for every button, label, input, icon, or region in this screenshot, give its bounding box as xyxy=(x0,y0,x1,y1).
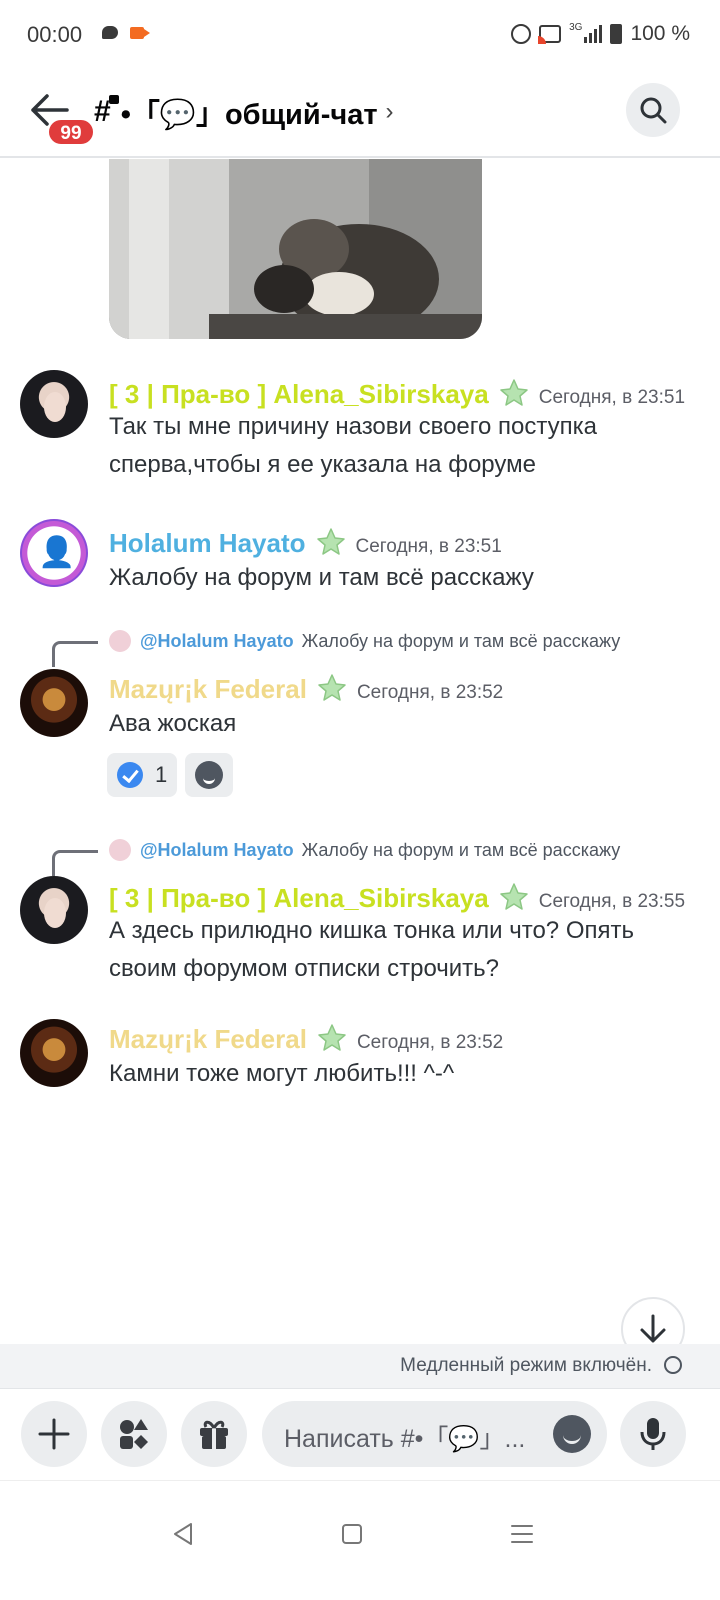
slow-mode-text: Медленный режим включён. xyxy=(400,1355,652,1376)
cast-icon xyxy=(538,25,562,44)
message-author-line: [ 3 | Пра-во ] Alena_Sibirskaya Сегодня, … xyxy=(109,378,685,410)
avatar[interactable] xyxy=(20,370,88,438)
reply-reference[interactable]: @Holalum Hayato Жалобу на форум и там вс… xyxy=(109,839,620,861)
screen-record-icon xyxy=(130,27,150,39)
author-name[interactable]: Mazųr¡k Federal xyxy=(109,1024,307,1054)
apps-button[interactable] xyxy=(101,1401,167,1467)
reply-mention[interactable]: @Holalum Hayato xyxy=(140,840,294,861)
star-badge-icon xyxy=(316,528,345,555)
nav-back-button[interactable] xyxy=(163,1514,203,1554)
voice-message-button[interactable] xyxy=(620,1401,686,1467)
gif-attachment[interactable] xyxy=(109,159,482,339)
timestamp: Сегодня, в 23:51 xyxy=(538,387,686,408)
slow-mode-bar: Медленный режим включён. xyxy=(0,1344,720,1388)
timestamp: Сегодня, в 23:52 xyxy=(356,1032,504,1053)
system-nav-bar xyxy=(0,1480,720,1600)
channel-name: •「💬」общий-чат xyxy=(120,99,378,131)
cat-gif-image xyxy=(109,159,482,339)
locked-channel-icon: # xyxy=(94,95,119,129)
message-text: Ава жоская xyxy=(109,710,237,737)
signal-icon xyxy=(584,25,603,43)
smiley-icon xyxy=(195,761,224,789)
composer-bar: Написать #•「💬」... xyxy=(0,1388,720,1480)
message-author-line: Mazųr¡k Federal Сегодня, в 23:52 xyxy=(109,673,503,705)
reply-connector xyxy=(52,850,98,876)
star-badge-icon xyxy=(499,883,528,910)
avatar[interactable] xyxy=(20,669,88,737)
alarm-icon xyxy=(511,24,532,44)
author-name[interactable]: [ 3 | Пра-во ] Alena_Sibirskaya xyxy=(109,379,489,409)
nav-menu-button[interactable] xyxy=(502,1514,542,1554)
reaction-verified[interactable]: 1 xyxy=(107,753,178,797)
message-author-line: [ 3 | Пра-во ] Alena_Sibirskaya Сегодня, … xyxy=(109,882,685,914)
message-text: Камни тоже могут любить!!! ^-^ xyxy=(109,1060,455,1087)
channel-header: 99 # •「💬」общий-чат › xyxy=(0,70,720,158)
gift-icon xyxy=(200,1420,228,1449)
timestamp: Сегодня, в 23:55 xyxy=(538,891,686,912)
message-text: Жалобу на форум и там всё расскажу xyxy=(109,564,534,591)
reply-avatar xyxy=(109,839,131,861)
microphone-icon xyxy=(640,1418,666,1450)
gift-button[interactable] xyxy=(181,1401,247,1467)
message-text: А здесь прилюдно кишка тонка или что? Оп… xyxy=(109,917,634,982)
channel-title[interactable]: # •「💬」общий-чат › xyxy=(94,92,394,132)
battery-level: 100 % xyxy=(630,22,690,45)
avatar[interactable] xyxy=(20,519,88,587)
status-time: 00:00 xyxy=(27,22,83,47)
star-badge-icon xyxy=(499,379,528,406)
apps-icon xyxy=(120,1419,148,1449)
network-type: 3G xyxy=(569,22,583,33)
message-list[interactable]: [ 3 | Пра-во ] Alena_Sibirskaya Сегодня, … xyxy=(0,159,720,1344)
reply-text: Жалобу на форум и там всё расскажу xyxy=(301,630,621,651)
status-icons: 3G 100 % xyxy=(511,22,690,46)
reply-text: Жалобу на форум и там всё расскажу xyxy=(301,839,621,860)
message-input[interactable]: Написать #•「💬」... xyxy=(262,1401,607,1467)
author-name[interactable]: Holalum Hayato xyxy=(109,528,306,558)
reply-connector xyxy=(52,641,98,667)
add-reaction-button[interactable] xyxy=(185,753,234,797)
search-button[interactable] xyxy=(626,83,680,137)
triangle-back-icon xyxy=(174,1523,192,1545)
reactions: 1 xyxy=(107,753,234,797)
avatar[interactable] xyxy=(20,1019,88,1087)
message-author-line: Holalum Hayato Сегодня, в 23:51 xyxy=(109,527,502,559)
author-name[interactable]: Mazųr¡k Federal xyxy=(109,674,307,704)
message-author-line: Mazųr¡k Federal Сегодня, в 23:52 xyxy=(109,1023,503,1055)
reply-mention[interactable]: @Holalum Hayato xyxy=(140,631,294,652)
message-text: Так ты мне причину назови своего поступк… xyxy=(109,413,597,478)
arrow-down-icon xyxy=(640,1314,666,1343)
emoji-icon[interactable] xyxy=(553,1415,591,1453)
message-input-placeholder: Написать #•「💬」... xyxy=(284,1425,526,1453)
menu-lines-icon xyxy=(511,1525,533,1543)
nav-home-button[interactable] xyxy=(332,1514,372,1554)
star-badge-icon xyxy=(318,674,346,701)
chat-notification-icon xyxy=(102,26,118,39)
battery-icon xyxy=(610,24,623,44)
reply-reference[interactable]: @Holalum Hayato Жалобу на форум и там вс… xyxy=(109,630,620,652)
search-icon xyxy=(640,97,667,124)
reaction-count: 1 xyxy=(155,762,168,787)
avatar[interactable] xyxy=(20,876,88,944)
chevron-right-icon: › xyxy=(385,98,394,125)
star-badge-icon xyxy=(318,1024,346,1051)
timestamp: Сегодня, в 23:51 xyxy=(355,536,502,557)
timestamp: Сегодня, в 23:52 xyxy=(356,682,504,703)
verified-check-icon xyxy=(117,762,143,788)
reply-avatar xyxy=(109,630,131,652)
plus-icon xyxy=(38,1418,70,1450)
attach-button[interactable] xyxy=(21,1401,87,1467)
square-home-icon xyxy=(342,1524,362,1544)
author-name[interactable]: [ 3 | Пра-во ] Alena_Sibirskaya xyxy=(109,883,489,913)
timer-icon xyxy=(664,1356,682,1374)
status-bar: 00:00 3G 100 % xyxy=(0,0,720,70)
unread-badge: 99 xyxy=(47,118,95,146)
